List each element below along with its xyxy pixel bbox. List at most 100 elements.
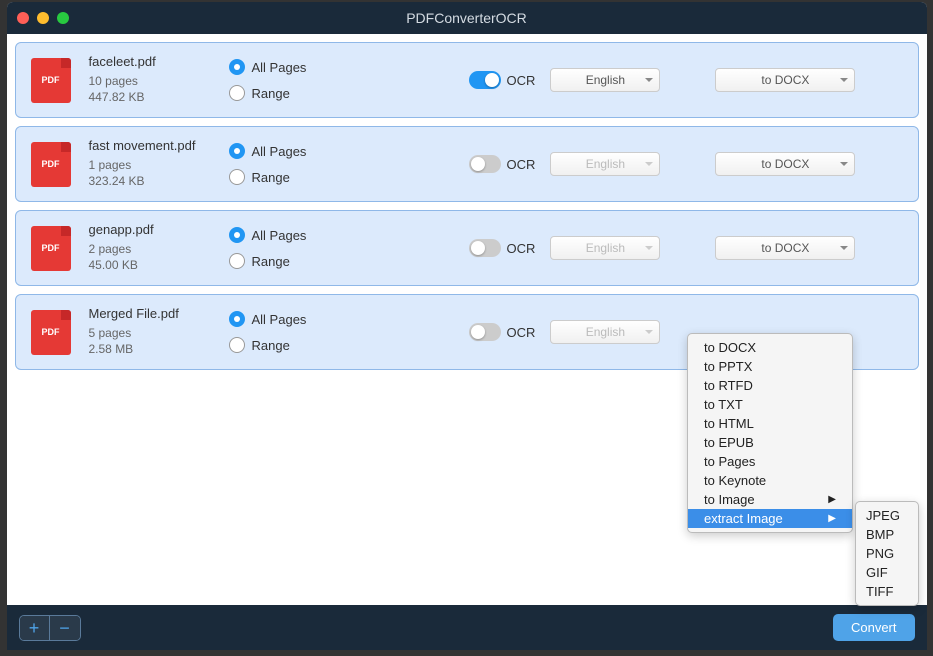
remove-button[interactable]: − bbox=[50, 616, 80, 640]
pdf-icon: PDF bbox=[31, 310, 71, 355]
range-label: Range bbox=[252, 338, 290, 353]
ocr-label: OCR bbox=[507, 157, 536, 172]
language-dropdown: English bbox=[550, 152, 660, 176]
submenu-arrow-icon: ▶ bbox=[828, 513, 836, 524]
ocr-section: OCR English bbox=[469, 152, 661, 176]
menu-item-label: to Keynote bbox=[704, 473, 766, 488]
all-pages-label: All Pages bbox=[252, 312, 307, 327]
menu-item[interactable]: to DOCX bbox=[688, 338, 852, 357]
all-pages-option[interactable]: All Pages bbox=[229, 311, 359, 327]
language-dropdown: English bbox=[550, 236, 660, 260]
format-dropdown[interactable]: to DOCX bbox=[715, 152, 855, 176]
pdf-icon: PDF bbox=[31, 142, 71, 187]
menu-item[interactable]: to Keynote bbox=[688, 471, 852, 490]
all-pages-option[interactable]: All Pages bbox=[229, 227, 359, 243]
ocr-label: OCR bbox=[507, 325, 536, 340]
pdf-icon: PDF bbox=[31, 58, 71, 103]
file-info: fast movement.pdf 1 pages 323.24 KB bbox=[89, 138, 229, 190]
menu-item[interactable]: to TXT bbox=[688, 395, 852, 414]
radio-icon bbox=[229, 85, 245, 101]
file-pages: 2 pages bbox=[89, 242, 229, 256]
convert-button[interactable]: Convert bbox=[833, 614, 915, 641]
page-options: All Pages Range bbox=[229, 59, 359, 101]
menu-item-label: to EPUB bbox=[704, 435, 754, 450]
file-pages: 5 pages bbox=[89, 326, 229, 340]
language-dropdown[interactable]: English bbox=[550, 68, 660, 92]
titlebar: PDFConverterOCR bbox=[7, 2, 927, 34]
range-option[interactable]: Range bbox=[229, 169, 359, 185]
all-pages-label: All Pages bbox=[252, 144, 307, 159]
radio-icon bbox=[229, 227, 245, 243]
all-pages-option[interactable]: All Pages bbox=[229, 143, 359, 159]
radio-icon bbox=[229, 337, 245, 353]
menu-item-label: to HTML bbox=[704, 416, 754, 431]
app-window: PDFConverterOCR PDF faceleet.pdf 10 pages 4… bbox=[7, 2, 927, 650]
file-pages: 10 pages bbox=[89, 74, 229, 88]
radio-icon bbox=[229, 253, 245, 269]
ocr-switch[interactable] bbox=[469, 71, 501, 89]
file-size: 447.82 KB bbox=[89, 90, 229, 104]
submenu-item[interactable]: JPEG bbox=[856, 506, 918, 525]
menu-item[interactable]: to PPTX bbox=[688, 357, 852, 376]
menu-item-label: to Image bbox=[704, 492, 755, 507]
ocr-section: OCR English bbox=[469, 68, 661, 92]
ocr-switch[interactable] bbox=[469, 239, 501, 257]
menu-item[interactable]: to RTFD bbox=[688, 376, 852, 395]
page-options: All Pages Range bbox=[229, 311, 359, 353]
ocr-section: OCR English bbox=[469, 236, 661, 260]
file-name: Merged File.pdf bbox=[89, 306, 229, 321]
pdf-icon: PDF bbox=[31, 226, 71, 271]
range-label: Range bbox=[252, 170, 290, 185]
file-size: 323.24 KB bbox=[89, 174, 229, 188]
ocr-label: OCR bbox=[507, 73, 536, 88]
ocr-switch[interactable] bbox=[469, 155, 501, 173]
add-button[interactable]: + bbox=[20, 616, 50, 640]
file-row[interactable]: PDF genapp.pdf 2 pages 45.00 KB All Pages Ran… bbox=[15, 210, 919, 286]
file-row[interactable]: PDFfast movement.pdf1 pages323.24 KBAll … bbox=[15, 126, 919, 202]
format-dropdown[interactable]: to DOCX bbox=[715, 68, 855, 92]
file-info: genapp.pdf 2 pages 45.00 KB bbox=[89, 222, 229, 274]
range-option[interactable]: Range bbox=[229, 253, 359, 269]
ocr-section: OCREnglish bbox=[469, 320, 661, 344]
submenu-arrow-icon: ▶ bbox=[828, 494, 836, 505]
range-option[interactable]: Range bbox=[229, 85, 359, 101]
menu-item[interactable]: to HTML bbox=[688, 414, 852, 433]
file-name: fast movement.pdf bbox=[89, 138, 229, 153]
ocr-label: OCR bbox=[507, 241, 536, 256]
submenu-item[interactable]: BMP bbox=[856, 525, 918, 544]
format-submenu: JPEGBMPPNGGIFTIFF bbox=[855, 501, 919, 606]
format-dropdown[interactable]: to DOCX bbox=[715, 236, 855, 260]
ocr-switch[interactable] bbox=[469, 323, 501, 341]
all-pages-option[interactable]: All Pages bbox=[229, 59, 359, 75]
menu-item-label: to TXT bbox=[704, 397, 743, 412]
radio-icon bbox=[229, 59, 245, 75]
submenu-item[interactable]: GIF bbox=[856, 563, 918, 582]
file-name: faceleet.pdf bbox=[89, 54, 229, 69]
range-label: Range bbox=[252, 254, 290, 269]
add-remove-group: + − bbox=[19, 615, 81, 641]
page-options: All Pages Range bbox=[229, 143, 359, 185]
range-option[interactable]: Range bbox=[229, 337, 359, 353]
file-name: genapp.pdf bbox=[89, 222, 229, 237]
radio-icon bbox=[229, 311, 245, 327]
menu-item-label: to Pages bbox=[704, 454, 755, 469]
menu-item-label: to RTFD bbox=[704, 378, 753, 393]
file-pages: 1 pages bbox=[89, 158, 229, 172]
all-pages-label: All Pages bbox=[252, 60, 307, 75]
menu-item[interactable]: to Pages bbox=[688, 452, 852, 471]
submenu-item[interactable]: PNG bbox=[856, 544, 918, 563]
radio-icon bbox=[229, 143, 245, 159]
file-size: 2.58 MB bbox=[89, 342, 229, 356]
range-label: Range bbox=[252, 86, 290, 101]
menu-item-label: to PPTX bbox=[704, 359, 752, 374]
file-info: Merged File.pdf 5 pages 2.58 MB bbox=[89, 306, 229, 358]
file-row[interactable]: PDFfaceleet.pdf10 pages447.82 KBAll Page… bbox=[15, 42, 919, 118]
submenu-item[interactable]: TIFF bbox=[856, 582, 918, 601]
file-info: faceleet.pdf 10 pages 447.82 KB bbox=[89, 54, 229, 106]
menu-item[interactable]: extract Image▶ bbox=[688, 509, 852, 528]
menu-item[interactable]: to EPUB bbox=[688, 433, 852, 452]
file-size: 45.00 KB bbox=[89, 258, 229, 272]
menu-item[interactable]: to Image ▶ bbox=[688, 490, 852, 509]
window-title: PDFConverterOCR bbox=[7, 10, 927, 26]
all-pages-label: All Pages bbox=[252, 228, 307, 243]
